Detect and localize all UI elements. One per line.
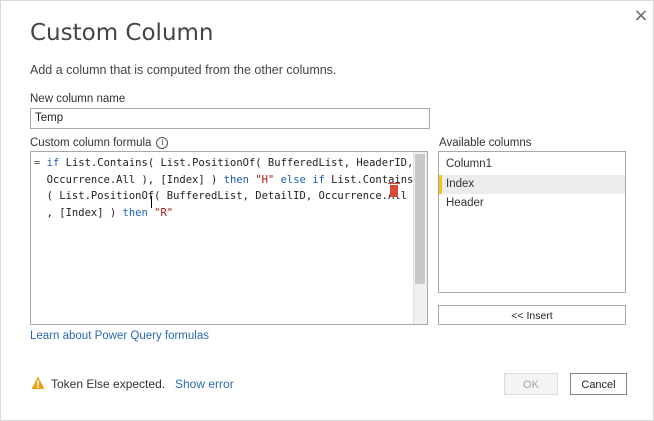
error-message: Token Else expected. bbox=[51, 377, 166, 391]
text-cursor bbox=[151, 196, 152, 208]
formula-line: , [Index] ) then "R" bbox=[34, 205, 412, 222]
available-column-item[interactable]: Index bbox=[439, 174, 625, 194]
formula-editor[interactable]: = if List.Contains( List.PositionOf( Buf… bbox=[30, 151, 428, 325]
formula-token: else bbox=[280, 173, 306, 186]
formula-label-text: Custom column formula bbox=[30, 137, 152, 149]
formula-token: , [Index] ) bbox=[34, 206, 123, 219]
available-columns-list[interactable]: Column1 Index Header bbox=[438, 151, 626, 293]
formula-token: then bbox=[122, 206, 148, 219]
formula-line: = if List.Contains( List.PositionOf( Buf… bbox=[34, 155, 414, 172]
formula-line: Occurrence.All ), [Index] ) then "H" els… bbox=[34, 172, 414, 189]
formula-token: then bbox=[223, 173, 249, 186]
formula-token: = bbox=[34, 157, 47, 169]
error-marker bbox=[390, 185, 398, 197]
cancel-button[interactable]: Cancel bbox=[570, 373, 627, 395]
info-icon[interactable]: i bbox=[156, 137, 169, 149]
formula-token: Occurrence.All ), [Index] ) bbox=[34, 173, 224, 186]
formula-line: ( List.PositionOf( BufferedList, DetailI… bbox=[34, 188, 420, 205]
show-error-link[interactable]: Show error bbox=[175, 377, 234, 391]
learn-power-query-link[interactable]: Learn about Power Query formulas bbox=[30, 330, 209, 342]
formula-token: ( List.PositionOf( BufferedList, DetailI… bbox=[34, 190, 420, 202]
custom-column-formula-label: Custom column formula i bbox=[30, 137, 169, 149]
formula-token: List.Contains bbox=[324, 173, 414, 186]
error-marker-line bbox=[388, 183, 400, 184]
dialog-subtitle: Add a column that is computed from the o… bbox=[30, 63, 337, 77]
formula-code[interactable]: = if List.Contains( List.PositionOf( Buf… bbox=[34, 155, 420, 222]
formula-token: "H" bbox=[255, 173, 275, 186]
ok-button[interactable]: OK bbox=[504, 373, 558, 395]
insert-button[interactable]: << Insert bbox=[438, 305, 626, 325]
dialog-title: Custom Column bbox=[30, 20, 214, 46]
formula-scrollbar[interactable] bbox=[413, 152, 427, 324]
new-column-name-input[interactable]: Temp bbox=[30, 108, 430, 129]
formula-token: if bbox=[312, 173, 325, 186]
custom-column-dialog: × Custom Column Add a column that is com… bbox=[0, 0, 654, 421]
formula-scrollbar-thumb[interactable] bbox=[415, 154, 425, 284]
available-column-item[interactable]: Header bbox=[439, 194, 625, 214]
formula-token: List.Contains( List.PositionOf( Buffered… bbox=[59, 157, 414, 169]
formula-token: "R" bbox=[154, 206, 174, 219]
available-column-item[interactable]: Column1 bbox=[439, 155, 625, 175]
warning-icon bbox=[31, 376, 45, 389]
formula-token: if bbox=[46, 157, 60, 169]
close-icon[interactable]: × bbox=[631, 6, 651, 26]
available-columns-label: Available columns bbox=[439, 137, 532, 149]
new-column-name-label: New column name bbox=[30, 93, 126, 105]
